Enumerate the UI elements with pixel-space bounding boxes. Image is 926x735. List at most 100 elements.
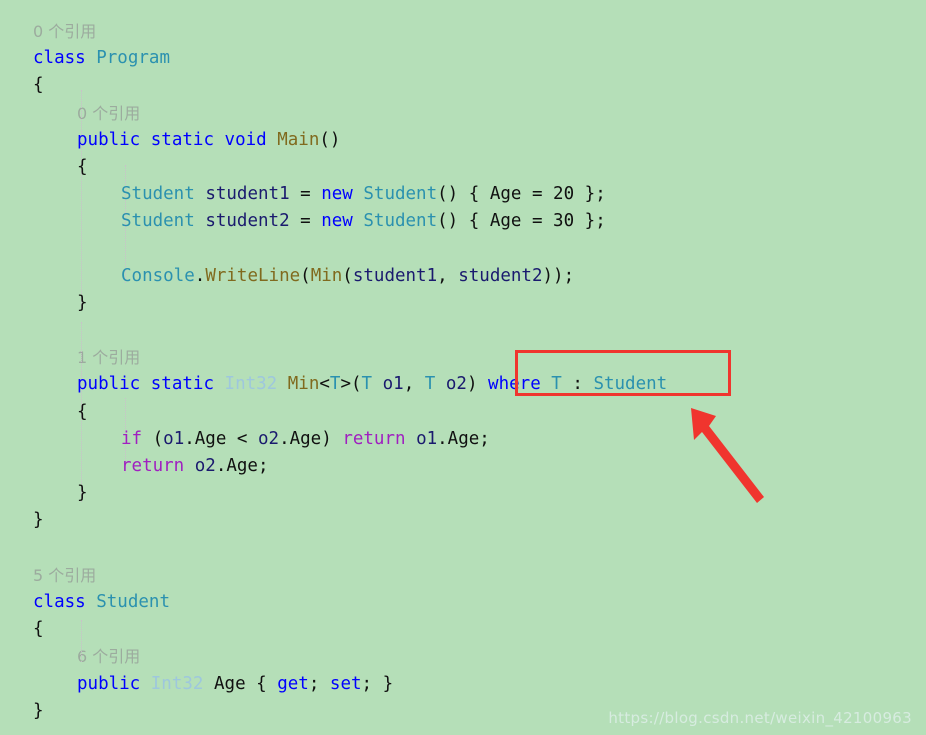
param-o1: o1 xyxy=(382,374,404,395)
keyword-return: return xyxy=(121,456,185,476)
ctor-init-close: }; xyxy=(574,184,606,205)
keyword-static: static xyxy=(150,374,214,395)
literal-30: 30 xyxy=(553,211,575,232)
codelens-main[interactable]: 0 个引用 xyxy=(0,100,926,127)
keyword-public: public xyxy=(77,129,141,150)
var-student2: student2 xyxy=(205,211,290,232)
ctor-init-open: () { xyxy=(437,184,490,205)
arg-student2: student2 xyxy=(458,265,543,286)
type-int32: Int32 xyxy=(150,673,204,694)
keyword-set: set xyxy=(329,673,362,694)
assign-op: = xyxy=(521,211,554,232)
watermark-url: https://blog.csdn.net/weixin_42100963 xyxy=(608,709,912,727)
semicolon: ; xyxy=(308,673,330,694)
codelens-student-class[interactable]: 5 个引用 xyxy=(0,562,926,589)
codelens-age-property[interactable]: 6 个引用 xyxy=(0,643,926,670)
code-line-class-program: class Program xyxy=(0,45,926,72)
brace-close: } xyxy=(77,292,88,313)
member-age: .Age xyxy=(279,428,322,449)
keyword-void: void xyxy=(224,129,267,150)
type-student-ctor: Student xyxy=(363,211,438,232)
code-line-min-signature: public static Int32 Min<T>(T o1, T o2) w… xyxy=(0,371,926,398)
code-line-open-brace-min: { xyxy=(0,399,926,426)
main-parens: () xyxy=(319,129,341,150)
param-o1: o1 xyxy=(163,428,185,449)
member-age: .Age; xyxy=(437,428,490,449)
paren-close: ) xyxy=(321,428,343,449)
keyword-where: where xyxy=(488,374,541,395)
param-o2: o2 xyxy=(445,374,467,395)
param-o2: o2 xyxy=(258,428,280,449)
keyword-new: new xyxy=(321,184,353,205)
type-int32: Int32 xyxy=(224,374,278,395)
keyword-class: class xyxy=(33,48,86,69)
brace-close: } xyxy=(33,700,44,721)
property-age: Age xyxy=(489,184,522,205)
type-student: Student xyxy=(121,211,195,232)
accessor-close: ; } xyxy=(361,673,394,694)
type-student-ctor: Student xyxy=(363,184,438,205)
code-line-return-statement: return o2.Age; xyxy=(0,453,926,480)
param-o2: o2 xyxy=(184,456,216,476)
comma: , xyxy=(437,265,459,286)
type-student: Student xyxy=(121,184,195,205)
member-dot: . xyxy=(194,265,206,286)
method-main: Main xyxy=(277,129,320,150)
brace-open: { xyxy=(33,619,44,640)
type-param-T: T xyxy=(551,374,562,395)
code-line-main-signature: public static void Main() xyxy=(0,127,926,154)
assign-op: = xyxy=(521,184,554,205)
keyword-public: public xyxy=(77,673,141,694)
generic-close: >( xyxy=(340,374,362,395)
constraint-colon: : xyxy=(561,374,594,395)
brace-open: { xyxy=(33,75,44,96)
less-than-op: < xyxy=(226,428,258,449)
brace-open: { xyxy=(77,156,88,177)
paren-open: ( xyxy=(342,265,353,286)
type-console: Console xyxy=(121,265,195,286)
type-student-constraint: Student xyxy=(593,374,668,395)
paren-close: ) xyxy=(466,374,489,395)
codelens-program[interactable]: 0 个引用 xyxy=(0,18,926,45)
type-param-T: T xyxy=(424,374,436,395)
keyword-class: class xyxy=(33,591,86,612)
keyword-return: return xyxy=(342,428,406,449)
keyword-get: get xyxy=(277,673,309,694)
code-editor[interactable]: 0 个引用 class Program { 0 个引用 public stati… xyxy=(0,0,926,735)
accessor-open: { xyxy=(245,673,278,694)
code-line-console-writeline: Console.WriteLine(Min(student1, student2… xyxy=(0,263,926,290)
keyword-new: new xyxy=(321,211,353,232)
paren-open: ( xyxy=(300,265,311,286)
code-line-age-property: public Int32 Age { get; set; } xyxy=(0,671,926,698)
method-min: Min xyxy=(287,374,320,395)
assign-op: = xyxy=(289,184,322,205)
property-age: Age xyxy=(489,211,522,232)
code-line-close-brace-min: } xyxy=(0,480,926,507)
ctor-init-open: () { xyxy=(437,211,490,232)
codelens-min[interactable]: 1 个引用 xyxy=(0,344,926,371)
paren-open: ( xyxy=(142,428,164,449)
literal-20: 20 xyxy=(553,184,575,205)
type-program: Program xyxy=(96,48,170,69)
keyword-public: public xyxy=(77,374,141,395)
property-age: Age xyxy=(214,673,246,694)
code-line-class-student: class Student xyxy=(0,589,926,616)
keyword-if: if xyxy=(121,428,143,449)
code-line-close-brace-program: } xyxy=(0,507,926,534)
member-age: .Age; xyxy=(215,456,269,476)
code-line-if-statement: if (o1.Age < o2.Age) return o1.Age; xyxy=(0,426,926,453)
code-line-close-brace-main: } xyxy=(0,290,926,317)
method-min: Min xyxy=(310,265,343,286)
paren-close: )); xyxy=(542,265,575,286)
code-line-open-brace-program: { xyxy=(0,72,926,99)
code-line-open-brace-main: { xyxy=(0,154,926,181)
assign-op: = xyxy=(289,211,322,232)
comma: , xyxy=(403,374,425,395)
brace-open: { xyxy=(77,401,88,422)
code-line-student2: Student student2 = new Student() { Age =… xyxy=(0,208,926,235)
generic-open: < xyxy=(319,374,330,395)
arg-student1: student1 xyxy=(352,265,438,286)
